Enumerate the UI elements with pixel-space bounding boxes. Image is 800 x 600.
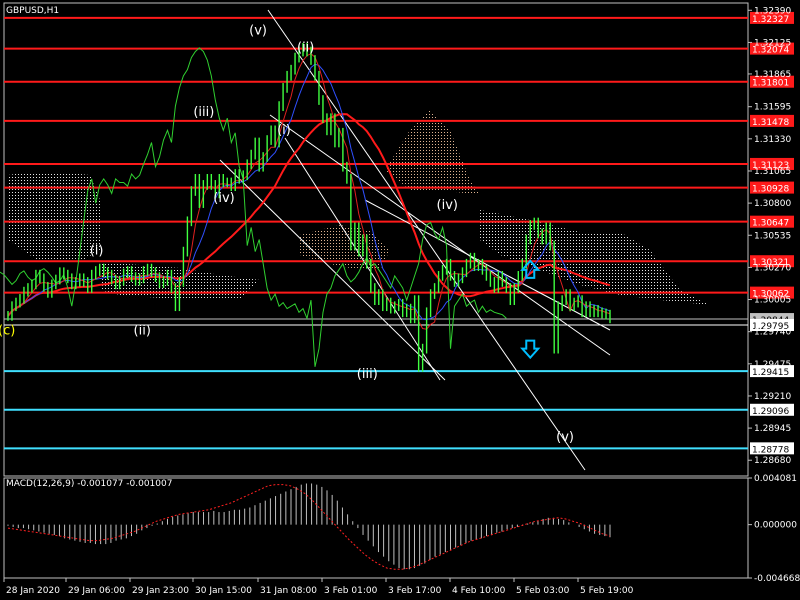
y-tick-label: 1.29740	[754, 328, 791, 338]
macd-signal-line	[7, 484, 611, 570]
down-arrow-icon	[520, 339, 541, 360]
level-price-label: 1.28778	[752, 445, 789, 455]
ichimoku-cloud	[385, 110, 480, 195]
x-tick-label: 4 Feb 10:00	[452, 586, 506, 596]
x-tick-label: 29 Jan 06:00	[68, 586, 125, 596]
y-tick-label: 1.29210	[754, 392, 791, 402]
y-tick-label: 1.29475	[754, 360, 791, 370]
x-tick-label: 3 Feb 01:00	[324, 586, 378, 596]
x-tick-label: 3 Feb 17:00	[388, 586, 442, 596]
wave-label: (iv)	[213, 191, 234, 206]
wave-label: (v)	[249, 24, 267, 39]
x-tick-label: 29 Jan 23:00	[132, 586, 189, 596]
x-tick-label: 30 Jan 15:00	[195, 586, 252, 596]
wave-label: (iii)	[193, 105, 214, 120]
macd-y-tick-label: -0.004668	[754, 574, 800, 584]
wave-label: (ii)	[297, 41, 314, 56]
macd-y-tick-label: 0.000000	[754, 521, 797, 531]
y-tick-label: 1.28945	[754, 424, 791, 434]
y-tick-label: 1.31865	[754, 70, 791, 80]
wave-label: (iv)	[437, 198, 458, 213]
y-tick-label: 1.31065	[754, 167, 791, 177]
level-price-label: 1.31801	[752, 79, 789, 89]
x-tick-label: 28 Jan 2020	[6, 586, 60, 596]
wave-label: (c)	[0, 324, 15, 339]
x-tick-label: 31 Jan 08:00	[260, 586, 317, 596]
level-price-label: 1.31478	[752, 118, 789, 128]
wave-label: (v)	[556, 430, 574, 445]
level-price-label: 1.29096	[752, 407, 789, 417]
y-tick-label: 1.30535	[754, 231, 791, 241]
y-tick-label: 1.32125	[754, 38, 791, 48]
y-tick-label: 1.30005	[754, 296, 791, 306]
y-tick-label: 1.32390	[754, 6, 791, 16]
y-tick-label: 1.31595	[754, 103, 791, 113]
wave-label: (ii)	[134, 324, 151, 339]
macd-y-tick-label: 0.004081	[754, 474, 797, 484]
level-price-label: 1.30928	[752, 185, 789, 195]
x-tick-label: 5 Feb 03:00	[516, 586, 570, 596]
x-tick-label: 5 Feb 19:00	[580, 586, 634, 596]
wave-label: (i)	[90, 244, 104, 259]
y-tick-label: 1.28680	[754, 456, 791, 466]
price-chart[interactable]: 1.323271.320741.318011.314781.311231.309…	[0, 0, 800, 600]
y-tick-label: 1.30270	[754, 263, 791, 273]
y-tick-label: 1.31330	[754, 135, 791, 145]
wave-label: (iii)	[357, 367, 378, 382]
trend-channel-line[interactable]	[219, 159, 446, 381]
wave-label: (i)	[277, 123, 291, 138]
level-price-label: 1.30647	[752, 219, 789, 229]
ichimoku-cloud	[8, 172, 100, 262]
y-tick-label: 1.30800	[754, 199, 791, 209]
level-price-label: 1.32327	[752, 15, 789, 25]
chart-window: 1.32327 1.32074 1.31801 1.31478 1.31123 1.309…	[0, 0, 800, 600]
